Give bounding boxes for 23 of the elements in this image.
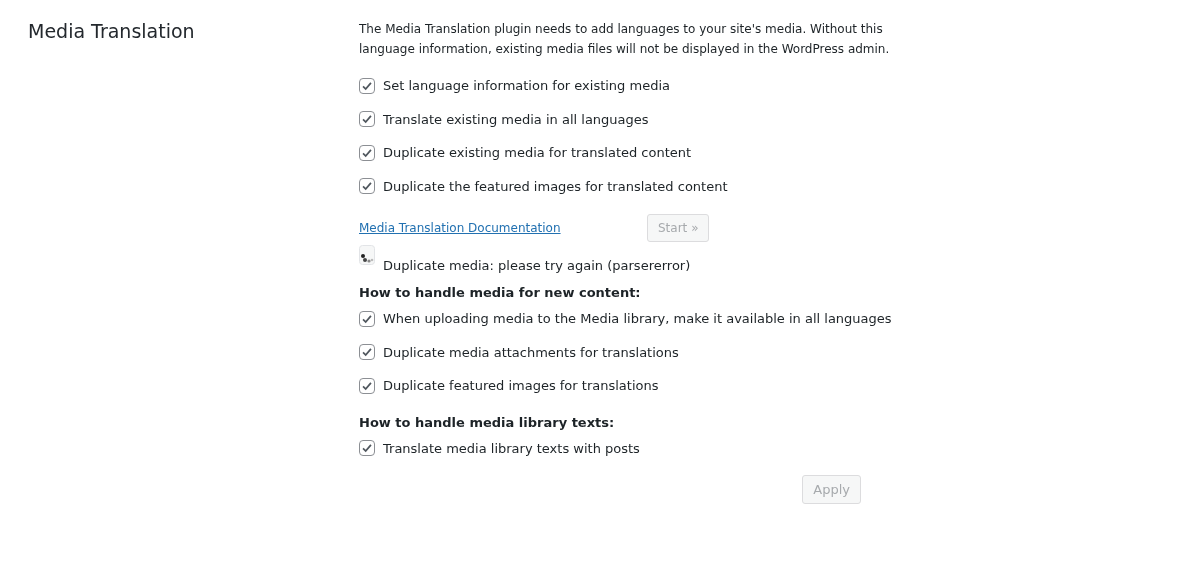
- checkbox-label: Duplicate media attachments for translations: [383, 344, 679, 360]
- checkbox[interactable]: [359, 111, 375, 128]
- checkbox-label: Translate media library texts with posts: [383, 440, 640, 456]
- checkbox[interactable]: [359, 377, 375, 394]
- documentation-link[interactable]: Media Translation Documentation: [359, 221, 647, 235]
- status-message: Duplicate media: please try again (parsererror): [383, 258, 691, 273]
- checkbox[interactable]: [359, 77, 375, 94]
- checkbox[interactable]: [359, 310, 375, 327]
- checkbox[interactable]: [359, 440, 375, 457]
- spinner-icon: [359, 245, 375, 265]
- checkbox-label: Duplicate featured images for translations: [383, 378, 659, 394]
- intro-text: The Media Translation plugin needs to add languages to your site's media. Without this language information, existing media files will not be displayed in the WordPress admin.: [359, 21, 891, 58]
- checkbox-label: Translate existing media in all languages: [383, 111, 649, 127]
- checkbox-label: Duplicate existing media for translated content: [383, 145, 692, 161]
- checkbox-label: When uploading media to the Media library, make it available in all languages: [383, 311, 892, 327]
- checkbox-label: Duplicate the featured images for translated content: [383, 178, 728, 194]
- checkbox-label: Set language information for existing media: [383, 78, 670, 94]
- section-heading: How to handle media for new content:: [359, 285, 642, 300]
- checkbox[interactable]: [359, 178, 375, 195]
- checkbox[interactable]: [359, 344, 375, 361]
- section-title: Media Translation: [28, 20, 196, 42]
- section-heading: How to handle media library texts:: [359, 414, 616, 430]
- checkbox[interactable]: [359, 144, 375, 161]
